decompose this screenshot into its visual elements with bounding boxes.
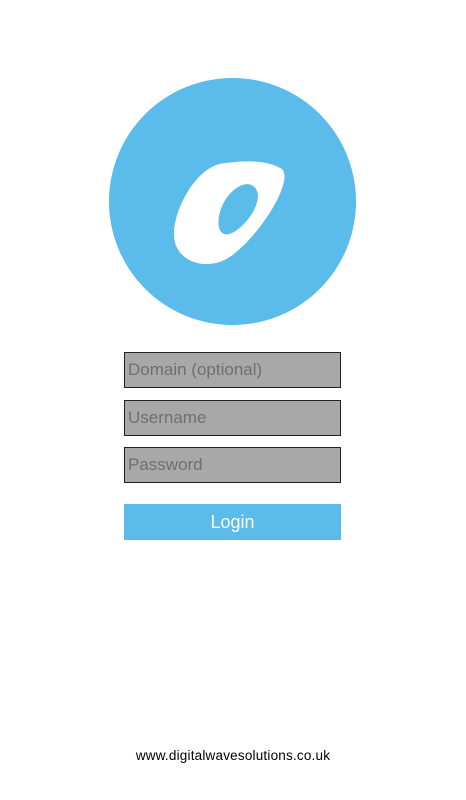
website-link[interactable]: www.digitalwavesolutions.co.uk [0,748,466,763]
login-screen: Login www.digitalwavesolutions.co.uk [0,0,466,800]
username-input[interactable] [124,400,341,436]
o-logo-icon [108,77,357,326]
domain-input[interactable] [124,352,341,388]
login-button[interactable]: Login [124,504,341,540]
password-input[interactable] [124,447,341,483]
app-logo [108,77,357,326]
